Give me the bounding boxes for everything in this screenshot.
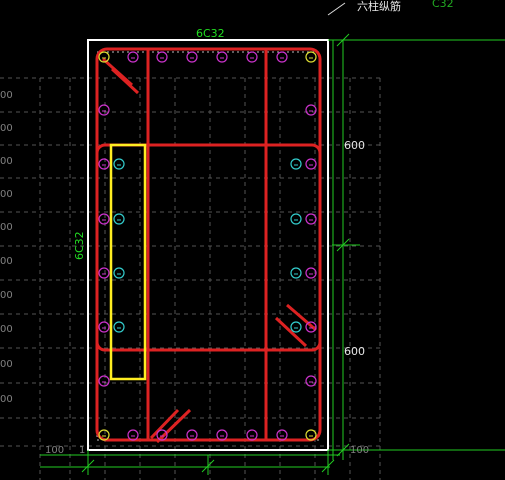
dimension-bottom-partial: 1 [79, 445, 85, 456]
edge-rebar[interactable] [186, 51, 198, 63]
hook-right[interactable] [274, 316, 308, 348]
dimension-lines-right [327, 2, 505, 460]
grid-label: 00 [0, 359, 13, 370]
section-outline[interactable] [87, 39, 329, 451]
edge-rebar[interactable] [98, 158, 110, 170]
inner-rebar[interactable] [113, 158, 125, 170]
grid-label: 00 [0, 189, 13, 200]
top-right-label: 六柱纵筋 [357, 0, 401, 13]
hook-top-left[interactable] [110, 67, 140, 95]
inner-rebar[interactable] [290, 267, 302, 279]
cad-canvas[interactable]: 00 00 00 00 00 00 00 00 00 00 6C32 6C32 … [0, 0, 505, 480]
grid-label: 00 [0, 394, 13, 405]
grid-label: 00 [0, 90, 13, 101]
grid-labels: 00 00 00 00 00 00 00 00 00 00 [0, 90, 13, 405]
dimension-lower[interactable]: 600 [344, 345, 365, 358]
edge-rebar[interactable] [305, 375, 317, 387]
grid-label: 00 [0, 123, 13, 134]
edge-rebar[interactable] [98, 267, 110, 279]
edge-rebar[interactable] [98, 104, 110, 116]
dimension-bottom-right[interactable]: 100 [350, 445, 369, 456]
dimension-bottom-left[interactable]: 100 [45, 445, 64, 456]
dimension-upper[interactable]: 600 [344, 139, 365, 152]
top-rebar-label[interactable]: 6C32 [196, 27, 225, 40]
grid-label: 00 [0, 222, 13, 233]
inner-rebar[interactable] [113, 321, 125, 333]
edge-rebar[interactable] [276, 51, 288, 63]
edge-rebar[interactable] [246, 51, 258, 63]
column-section-drawing[interactable]: 00 00 00 00 00 00 00 00 00 00 6C32 6C32 … [0, 0, 505, 480]
grid-label: 00 [0, 156, 13, 167]
hook-top-left[interactable] [101, 57, 134, 87]
top-right-code: C32 [432, 0, 454, 10]
grid-label: 00 [0, 256, 13, 267]
inner-rebar[interactable] [113, 267, 125, 279]
edge-rebar[interactable] [127, 51, 139, 63]
left-rebar-label[interactable]: 6C32 [73, 231, 86, 260]
inner-rebar[interactable] [290, 158, 302, 170]
horizontal-tie[interactable] [95, 143, 322, 352]
edge-rebar[interactable] [305, 213, 317, 225]
inner-rebar[interactable] [290, 321, 302, 333]
edge-rebar[interactable] [156, 51, 168, 63]
inner-rebar[interactable] [290, 213, 302, 225]
grid-label: 00 [0, 290, 13, 301]
edge-rebar[interactable] [98, 213, 110, 225]
inner-rebar[interactable] [113, 213, 125, 225]
edge-rebar[interactable] [216, 51, 228, 63]
grid-label: 00 [0, 324, 13, 335]
corner-rebar[interactable] [305, 51, 317, 63]
outer-stirrup[interactable] [95, 47, 322, 442]
background-grid [0, 77, 381, 480]
edge-rebar[interactable] [305, 158, 317, 170]
edge-rebar[interactable] [98, 321, 110, 333]
edge-rebar[interactable] [98, 375, 110, 387]
